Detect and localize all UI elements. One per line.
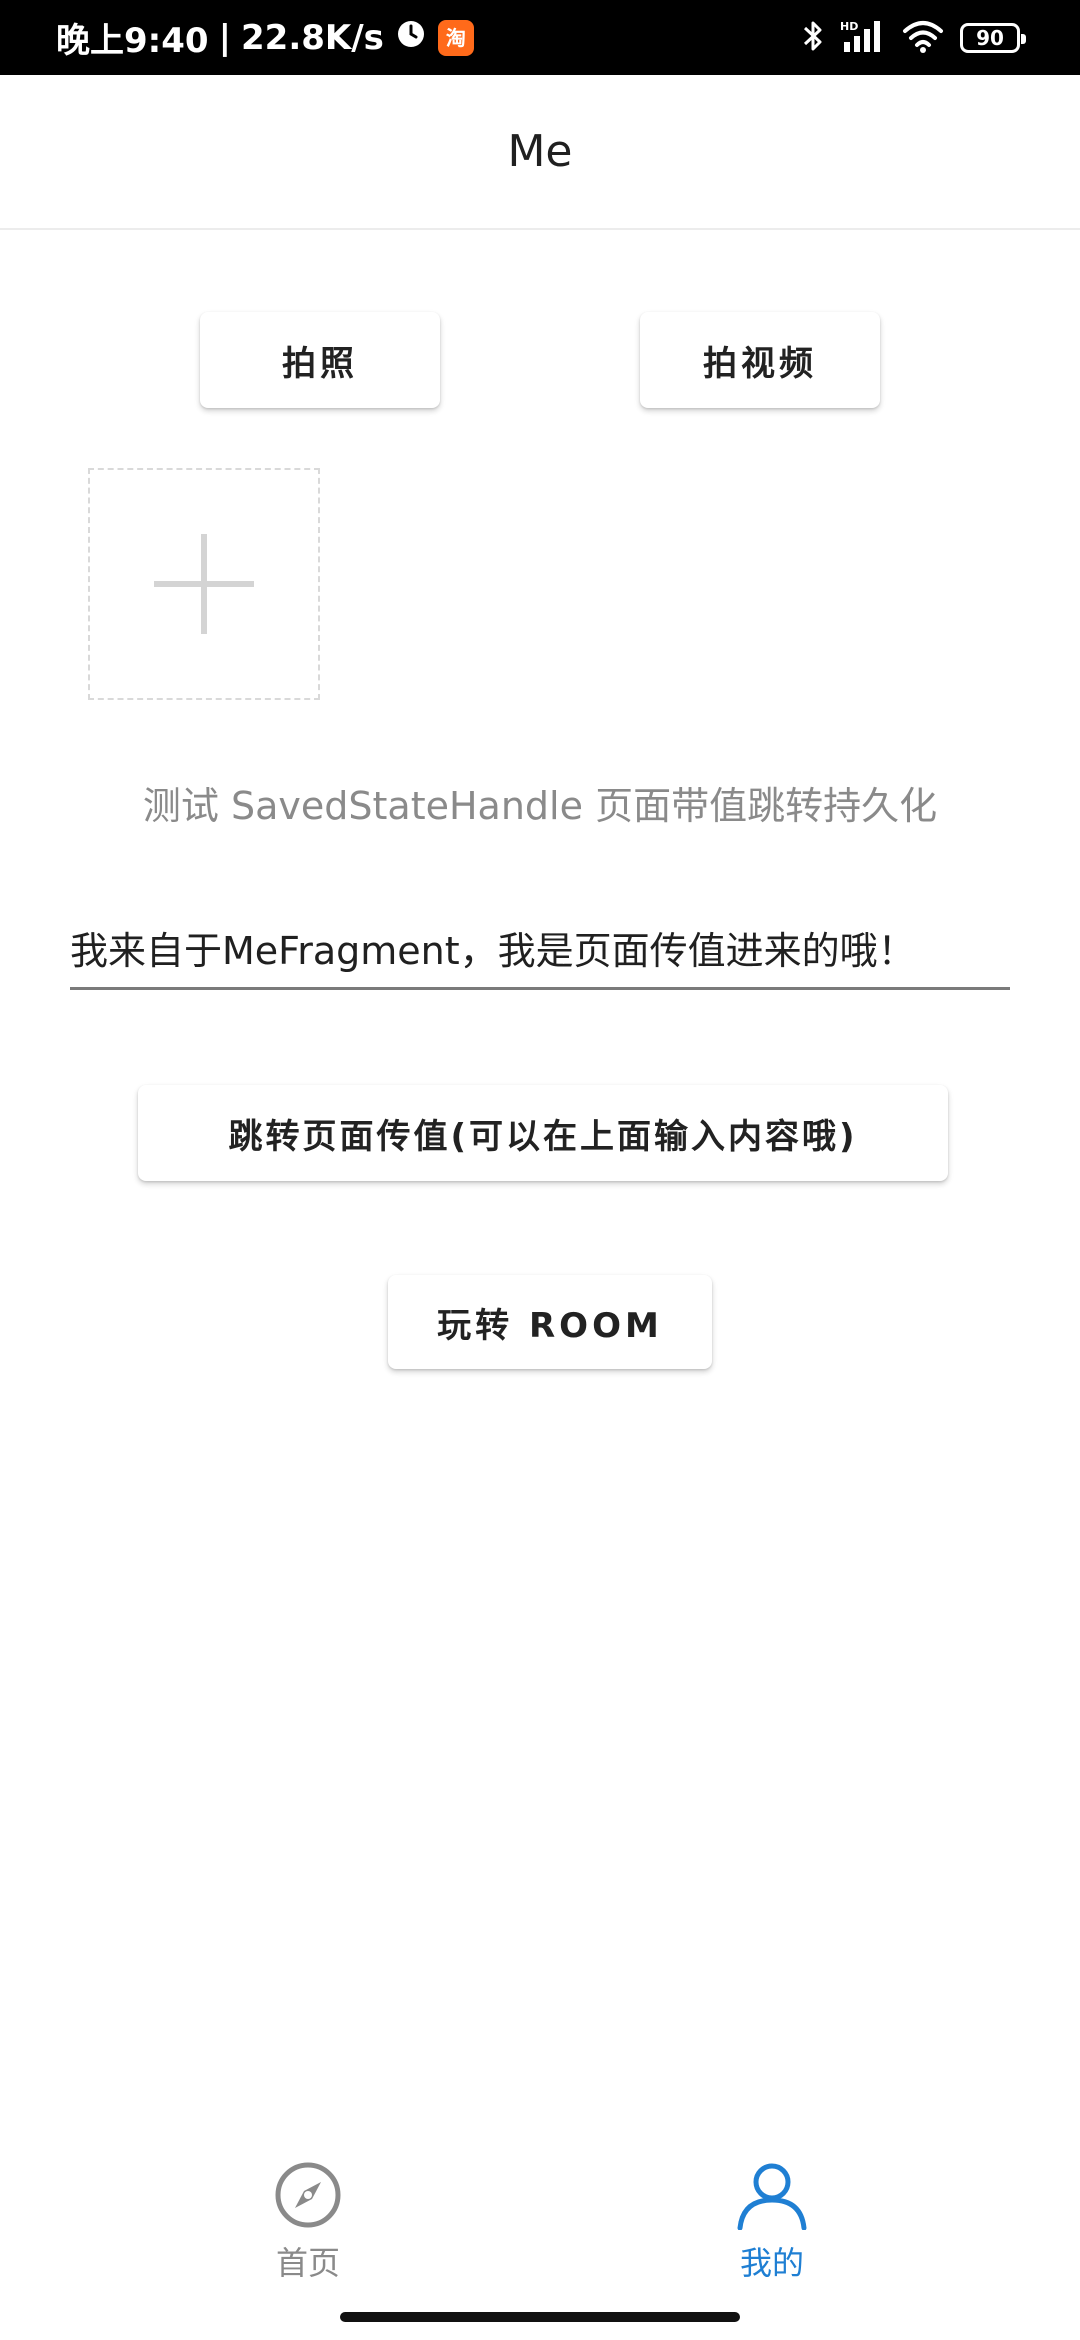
alarm-icon xyxy=(394,16,428,59)
add-image-button[interactable] xyxy=(88,468,320,700)
screen: 晚上9:40 | 22.8K/s 淘 HD 90 Me 拍照 拍视频 测试 Sa… xyxy=(0,0,1080,2340)
bottom-navigation: 首页 我的 xyxy=(0,2130,1080,2310)
status-separator: | xyxy=(218,17,231,58)
status-right: HD 90 xyxy=(802,0,1026,75)
bluetooth-icon xyxy=(802,18,824,58)
take-video-button[interactable]: 拍视频 xyxy=(640,312,880,408)
home-indicator[interactable] xyxy=(340,2312,740,2322)
signal-icon: HD xyxy=(840,18,886,58)
svg-text:HD: HD xyxy=(840,20,858,33)
status-left: 晚上9:40 | 22.8K/s 淘 xyxy=(56,0,474,75)
status-time: 晚上9:40 xyxy=(56,21,209,61)
plus-icon xyxy=(154,534,254,634)
take-photo-button[interactable]: 拍照 xyxy=(200,312,440,408)
person-icon xyxy=(737,2163,807,2230)
room-button[interactable]: 玩转 ROOM xyxy=(388,1275,712,1369)
toolbar: Me xyxy=(0,75,1080,230)
nav-label-me: 我的 xyxy=(739,2244,804,2282)
nav-item-me[interactable]: 我的 xyxy=(622,2160,922,2290)
page-title: Me xyxy=(507,126,573,177)
battery-icon: 90 xyxy=(960,22,1026,53)
nav-item-home[interactable]: 首页 xyxy=(158,2160,458,2290)
nav-label-home: 首页 xyxy=(275,2244,340,2282)
taobao-icon: 淘 xyxy=(437,19,474,56)
network-speed: 22.8K/s xyxy=(241,17,384,58)
message-input[interactable]: 我来自于MeFragment，我是页面传值进来的哦！ xyxy=(70,920,1010,990)
hint-text: 测试 SavedStateHandle 页面带值跳转持久化 xyxy=(142,784,938,828)
status-bar: 晚上9:40 | 22.8K/s 淘 HD 90 xyxy=(0,0,1080,75)
navigate-with-value-button[interactable]: 跳转页面传值(可以在上面输入内容哦) xyxy=(138,1085,948,1181)
wifi-icon xyxy=(902,19,944,57)
compass-icon xyxy=(275,2162,341,2228)
